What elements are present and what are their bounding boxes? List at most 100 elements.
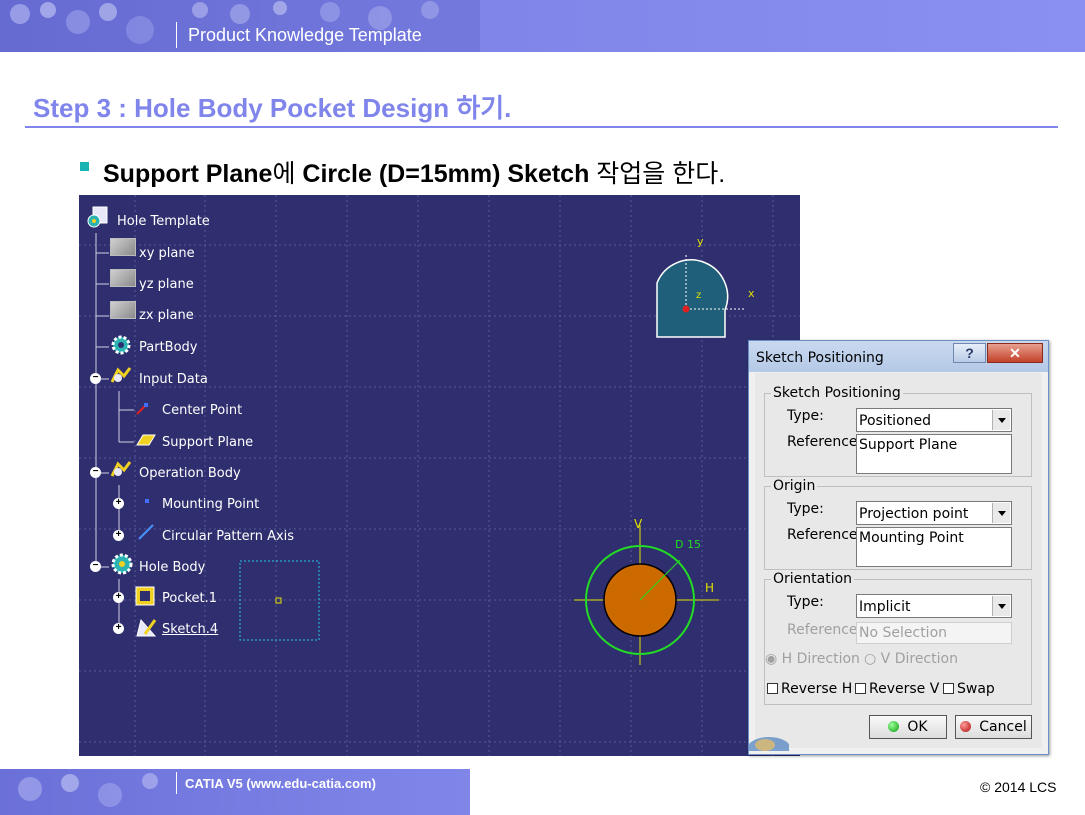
expand-icon[interactable]: + <box>113 498 124 509</box>
bullet-marker <box>80 162 89 171</box>
catia-viewport[interactable]: y z x V H D 15 Hole Template xy plane yz… <box>79 195 800 756</box>
reference-label: Reference: <box>787 622 863 638</box>
reverse-v-checkbox[interactable]: Reverse V <box>855 681 939 697</box>
tree-item-input-data[interactable]: Input Data <box>139 372 208 387</box>
expand-icon[interactable]: + <box>113 623 124 634</box>
line-icon <box>137 523 155 541</box>
h-direction-label: H Direction <box>781 651 860 667</box>
collapse-icon[interactable]: − <box>90 467 101 478</box>
cancel-button[interactable]: Cancel <box>955 715 1032 739</box>
bullet-bold-1: Support Plane <box>103 160 273 188</box>
sketch-h-label: H <box>705 581 715 595</box>
type-label: Type: <box>787 501 824 517</box>
checkbox-box <box>767 683 778 694</box>
sketch-icon <box>135 616 157 638</box>
v-direction-radio[interactable]: ○ V Direction <box>864 651 958 667</box>
title-divider <box>25 126 1058 128</box>
tree-item-mounting-point[interactable]: Mounting Point <box>162 497 259 512</box>
catia-logo-icon <box>747 721 791 761</box>
product-icon <box>87 206 109 228</box>
type-value: Positioned <box>859 413 932 429</box>
orientation-type-value: Implicit <box>859 599 911 615</box>
tree-item-zx-plane[interactable]: zx plane <box>139 308 194 323</box>
orientation-group: Orientation Type: Implicit Reference: No… <box>764 571 1032 705</box>
bullet-text: Support Plane에 Circle (D=15mm) Sketch 작업… <box>103 154 725 190</box>
bullet-korean-2: 작업을 한다. <box>589 160 726 188</box>
swap-checkbox[interactable]: Swap <box>943 681 995 697</box>
bullet-korean-1: 에 <box>272 160 303 188</box>
tree-item-yz-plane[interactable]: yz plane <box>139 277 194 292</box>
group-legend: Orientation <box>771 571 855 587</box>
origin-reference-field[interactable]: Mounting Point <box>856 527 1012 567</box>
help-button[interactable]: ? <box>953 343 986 363</box>
origin-group: Origin Type: Projection point Reference:… <box>764 478 1032 570</box>
axis-y-label: y <box>697 235 704 248</box>
axis-x-label: x <box>748 287 755 300</box>
body-icon <box>110 552 134 576</box>
tree-item-xy-plane[interactable]: xy plane <box>139 246 195 261</box>
axis-z-label: z <box>696 290 702 301</box>
header-divider <box>176 22 177 48</box>
reference-field[interactable]: Support Plane <box>856 434 1012 474</box>
tree-item-circular-pattern-axis[interactable]: Circular Pattern Axis <box>162 529 294 544</box>
group-legend: Sketch Positioning <box>771 385 903 401</box>
sketch-positioning-dialog: Sketch Positioning ? ✕ Sketch Positionin… <box>747 340 1049 761</box>
page-title: Step 3 : Hole Body Pocket Design 하기. <box>33 93 512 123</box>
reverse-h-label: Reverse H <box>781 681 853 697</box>
plane-icon <box>110 238 136 256</box>
point-icon <box>135 400 151 416</box>
pocket-icon <box>135 586 155 606</box>
swap-label: Swap <box>957 681 995 697</box>
geometrical-set-icon <box>110 364 134 386</box>
group-legend: Origin <box>771 478 818 494</box>
ok-icon <box>888 721 900 732</box>
sketch-positioning-group: Sketch Positioning Type: Positioned Refe… <box>764 385 1032 477</box>
chevron-down-icon <box>992 503 1010 523</box>
h-direction-radio[interactable]: ◉ H Direction <box>765 651 860 667</box>
tree-item-sketch[interactable]: Sketch.4 <box>162 622 218 637</box>
point-icon <box>137 495 153 511</box>
plane-icon <box>110 269 136 287</box>
cancel-label: Cancel <box>979 719 1027 735</box>
tree-item-pocket[interactable]: Pocket.1 <box>162 591 217 606</box>
chevron-down-icon <box>992 596 1010 616</box>
plane-icon <box>135 433 157 447</box>
dialog-titlebar[interactable]: Sketch Positioning ? ✕ <box>749 341 1048 372</box>
expand-icon[interactable]: + <box>113 530 124 541</box>
tree-item-operation-body[interactable]: Operation Body <box>139 466 241 481</box>
tree-item-support-plane[interactable]: Support Plane <box>162 435 253 450</box>
collapse-icon[interactable]: − <box>90 561 101 572</box>
type-label: Type: <box>787 594 824 610</box>
type-label: Type: <box>787 408 824 424</box>
reference-label: Reference: <box>787 434 863 450</box>
reverse-h-checkbox[interactable]: Reverse H <box>767 681 852 697</box>
tree-item-partbody[interactable]: PartBody <box>139 340 197 355</box>
checkbox-box <box>855 683 866 694</box>
header-title: Product Knowledge Template <box>188 25 422 45</box>
expand-icon[interactable]: + <box>113 592 124 603</box>
tree-item-hole-body[interactable]: Hole Body <box>139 560 205 575</box>
reference-label: Reference: <box>787 527 863 543</box>
cancel-icon <box>960 721 972 732</box>
footer-left-text: CATIA V5 (www.edu-catia.com) <box>185 776 376 791</box>
reverse-v-label: Reverse V <box>869 681 940 697</box>
close-button[interactable]: ✕ <box>987 343 1043 363</box>
orientation-type-select[interactable]: Implicit <box>856 594 1012 618</box>
tree-root-label[interactable]: Hole Template <box>117 214 210 229</box>
plane-icon <box>110 301 136 319</box>
geometrical-set-icon <box>110 458 134 480</box>
dialog-title: Sketch Positioning <box>756 350 884 366</box>
type-select[interactable]: Positioned <box>856 408 1012 432</box>
collapse-icon[interactable]: − <box>90 373 101 384</box>
dimension-label: D 15 <box>675 538 701 551</box>
footer-copyright: © 2014 LCS <box>980 779 1057 795</box>
origin-type-value: Projection point <box>859 506 969 522</box>
tree-item-center-point[interactable]: Center Point <box>162 403 242 418</box>
ok-button[interactable]: OK <box>869 715 947 739</box>
orientation-reference-field[interactable]: No Selection <box>856 622 1012 644</box>
gear-icon <box>110 334 132 356</box>
v-direction-label: V Direction <box>880 651 958 667</box>
origin-type-select[interactable]: Projection point <box>856 501 1012 525</box>
ok-label: OK <box>907 719 928 735</box>
dialog-body: Sketch Positioning Type: Positioned Refe… <box>747 373 1042 761</box>
